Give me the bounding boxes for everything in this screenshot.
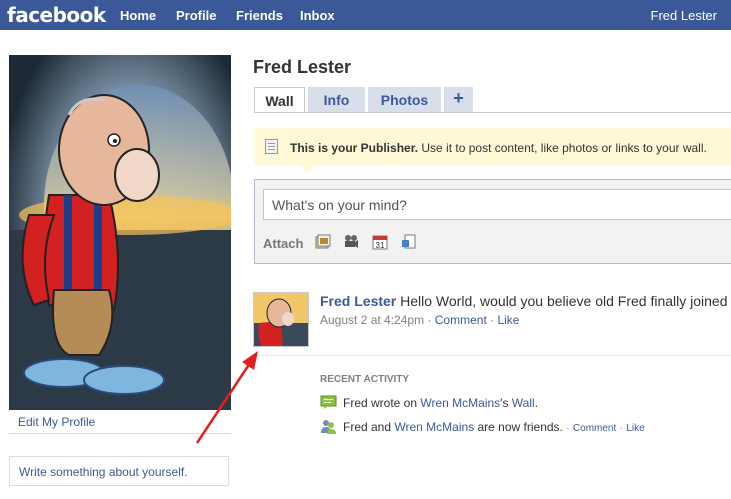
wren-link[interactable]: Wren McMains xyxy=(420,396,500,410)
separator: · xyxy=(566,423,570,434)
sidebar-divider xyxy=(9,433,231,434)
wall-link[interactable]: Wall xyxy=(512,396,535,410)
publisher-tip-text: This is your Publisher. Use it to post c… xyxy=(290,141,707,155)
about-yourself-field[interactable]: Write something about yourself. xyxy=(9,456,229,486)
post-meta: August 2 at 4:24pm · Comment · Like xyxy=(320,313,519,327)
activity-text: Fred and xyxy=(343,420,395,434)
wren-link[interactable]: Wren McMains xyxy=(394,420,474,434)
video-icon[interactable] xyxy=(343,234,359,250)
facebook-logo[interactable]: facebook xyxy=(7,3,106,27)
post-text: Hello World, would you believe old Fred … xyxy=(396,293,731,309)
nav-home[interactable]: Home xyxy=(120,8,156,23)
publisher-tip-bold: This is your Publisher. xyxy=(290,141,419,155)
activity-text: 's xyxy=(500,396,512,410)
activity-like-link[interactable]: Like xyxy=(626,423,644,434)
tab-info[interactable]: Info xyxy=(308,87,365,112)
event-icon[interactable]: 31 xyxy=(372,234,388,250)
status-input[interactable]: What's on your mind? xyxy=(263,189,731,220)
tab-underline xyxy=(254,112,731,113)
publisher-tip-body: Use it to post content, like photos or l… xyxy=(418,141,707,155)
post-time[interactable]: August 2 at 4:24pm xyxy=(320,313,424,327)
activity-wall-post: Fred wrote on Wren McMains's Wall. xyxy=(343,396,538,410)
activity-text: . xyxy=(534,396,539,410)
nav-profile[interactable]: Profile xyxy=(176,8,216,23)
separator: · xyxy=(619,423,623,434)
profile-name: Fred Lester xyxy=(253,57,352,77)
wall-post-icon xyxy=(320,395,337,409)
publisher-tip: This is your Publisher. Use it to post c… xyxy=(254,128,731,166)
profile-picture-art xyxy=(9,55,231,410)
post-like-link[interactable]: Like xyxy=(497,313,519,327)
top-bar: facebook Home Profile Friends Inbox Fred… xyxy=(0,0,731,30)
post-comment-link[interactable]: Comment xyxy=(435,313,487,327)
tip-caret xyxy=(300,166,314,173)
activity-comment-link[interactable]: Comment xyxy=(573,423,616,434)
friends-icon xyxy=(321,420,336,434)
activity-friendship: Fred and Wren McMains are now friends. ·… xyxy=(343,420,645,434)
attach-label: Attach xyxy=(263,236,304,251)
note-icon xyxy=(265,139,278,154)
publisher-box: What's on your mind? Attach 31 xyxy=(254,179,731,264)
svg-text:31: 31 xyxy=(376,241,385,250)
separator: · xyxy=(427,313,432,327)
account-name[interactable]: Fred Lester xyxy=(651,8,717,23)
photo-icon[interactable] xyxy=(315,234,331,250)
recent-activity-title: RECENT ACTIVITY xyxy=(320,374,410,385)
add-tab-button[interactable]: + xyxy=(444,87,473,112)
edit-profile-link[interactable]: Edit My Profile xyxy=(18,415,95,429)
nav-inbox[interactable]: Inbox xyxy=(300,8,335,23)
avatar-art xyxy=(254,293,308,346)
post-divider xyxy=(254,355,731,356)
link-icon[interactable] xyxy=(401,234,417,250)
post-author-avatar[interactable] xyxy=(253,292,309,347)
nav-friends[interactable]: Friends xyxy=(236,8,283,23)
tab-wall[interactable]: Wall xyxy=(254,87,305,112)
separator: · xyxy=(490,313,495,327)
profile-picture[interactable] xyxy=(9,55,231,410)
activity-text: are now friends. xyxy=(474,420,563,434)
post-author-link[interactable]: Fred Lester xyxy=(320,293,396,309)
post-body: Fred Lester Hello World, would you belie… xyxy=(320,293,731,309)
activity-text: Fred wrote on xyxy=(343,396,421,410)
tab-photos[interactable]: Photos xyxy=(368,87,441,112)
